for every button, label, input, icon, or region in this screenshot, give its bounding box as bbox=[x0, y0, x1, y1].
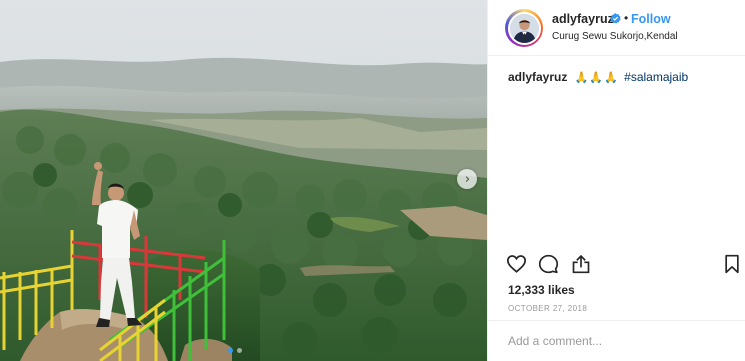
share-icon[interactable] bbox=[571, 254, 591, 274]
post-header: adlyfayruz • Follow Curug Sewu Sukorjo,K… bbox=[488, 0, 745, 56]
comment-icon[interactable] bbox=[538, 254, 559, 274]
avatar-story-ring[interactable] bbox=[505, 9, 543, 47]
avatar[interactable] bbox=[507, 11, 541, 45]
post-date: OCTOBER 27, 2018 bbox=[508, 304, 588, 313]
username-link[interactable]: adlyfayruz bbox=[552, 12, 614, 26]
post-caption: adlyfayruz 🙏🙏🙏 #salamajaib bbox=[508, 70, 688, 84]
verified-badge-icon bbox=[610, 13, 621, 24]
chevron-right-icon: › bbox=[464, 171, 471, 187]
carousel-indicator bbox=[228, 348, 242, 353]
likes-count[interactable]: 12,333 likes bbox=[508, 283, 575, 297]
comment-input[interactable] bbox=[506, 333, 730, 349]
landscape-image bbox=[0, 0, 487, 361]
carousel-dot bbox=[228, 348, 233, 353]
hashtag-link[interactable]: #salamajaib bbox=[624, 70, 688, 84]
location-link[interactable]: Curug Sewu Sukorjo,Kendal bbox=[552, 31, 678, 42]
caption-username-link[interactable]: adlyfayruz bbox=[508, 70, 567, 84]
bookmark-icon[interactable] bbox=[724, 254, 740, 274]
action-bar bbox=[488, 244, 745, 274]
post-photo[interactable]: › bbox=[0, 0, 487, 361]
carousel-next-button[interactable]: › bbox=[457, 169, 477, 189]
carousel-dot bbox=[237, 348, 242, 353]
comment-bar bbox=[488, 320, 745, 361]
header-separator: • bbox=[624, 11, 629, 25]
praying-hands-emoji: 🙏🙏🙏 bbox=[574, 71, 619, 84]
follow-button[interactable]: Follow bbox=[631, 12, 671, 26]
post-sidebar: adlyfayruz • Follow Curug Sewu Sukorjo,K… bbox=[487, 0, 745, 361]
heart-icon[interactable] bbox=[506, 254, 527, 273]
